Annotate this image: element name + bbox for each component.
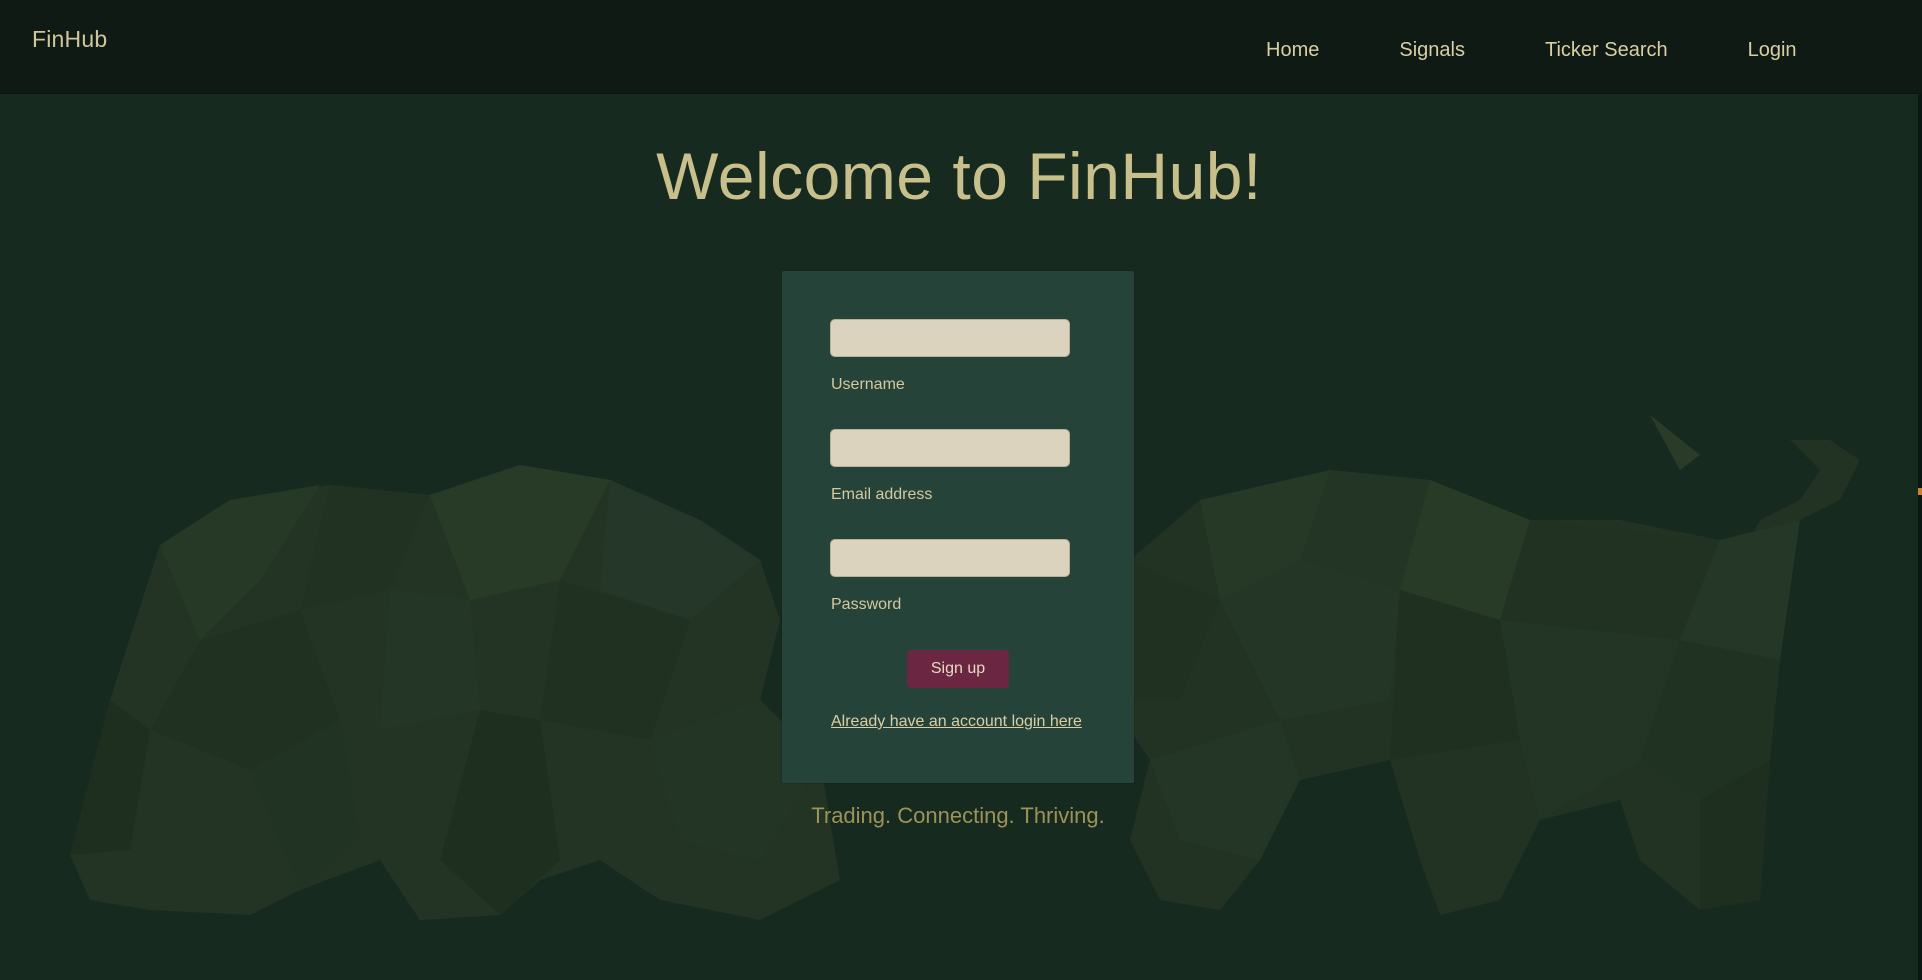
login-link[interactable]: Already have an account login here (831, 713, 1082, 731)
nav-home[interactable]: Home (1266, 39, 1319, 62)
nav-signals[interactable]: Signals (1399, 39, 1465, 62)
bear-polygon-art (70, 465, 840, 920)
page-title: Welcome to FinHub! (656, 139, 1262, 213)
username-input[interactable] (830, 319, 1070, 357)
username-label: Username (831, 376, 905, 393)
bull-polygon-art (1100, 415, 1860, 915)
brand-logo[interactable]: FinHub (32, 26, 107, 53)
nav-login[interactable]: Login (1748, 39, 1797, 62)
signup-page: FinHub Home Signals Ticker Search Login … (0, 0, 1922, 980)
signup-card: Username Email address Password Sign up … (782, 271, 1134, 783)
nav-links: Home Signals Ticker Search Login (1266, 39, 1797, 62)
navbar: FinHub Home Signals Ticker Search Login (0, 0, 1922, 94)
tagline: Trading. Connecting. Thriving. (811, 803, 1105, 828)
scrollbar[interactable] (1918, 93, 1922, 980)
signup-button[interactable]: Sign up (907, 650, 1009, 688)
email-input[interactable] (830, 429, 1070, 467)
email-label: Email address (831, 486, 933, 503)
nav-ticker-search[interactable]: Ticker Search (1545, 39, 1668, 62)
password-label: Password (831, 596, 902, 613)
password-input[interactable] (830, 539, 1070, 577)
